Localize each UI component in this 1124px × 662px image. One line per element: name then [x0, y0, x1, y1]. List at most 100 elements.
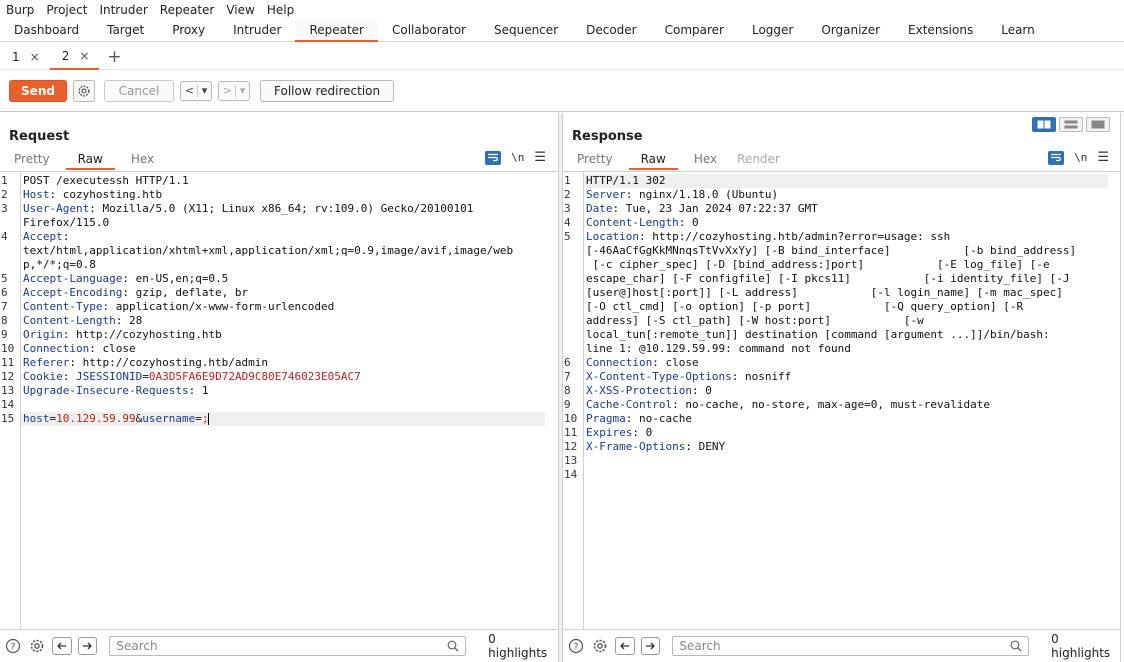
cookie-equals: =	[142, 370, 149, 383]
tab-dashboard[interactable]: Dashboard	[0, 20, 93, 42]
menu-item-repeater[interactable]: Repeater	[154, 0, 221, 20]
hamburger-menu-icon[interactable]: ☰	[1097, 150, 1109, 165]
gear-icon[interactable]	[28, 637, 46, 655]
code-line: 4 Content-Length: 0	[563, 216, 1121, 230]
header-name: X-Frame-Options	[586, 440, 686, 453]
back-arrow-icon: <	[184, 84, 194, 97]
line-text: [-c cipher_spec] [-D [bind_address:]port…	[584, 258, 1108, 272]
tab-render[interactable]: Render	[727, 150, 790, 170]
tab-pretty[interactable]: Pretty	[567, 150, 623, 170]
word-wrap-icon[interactable]	[485, 150, 502, 165]
tab-target[interactable]: Target	[93, 20, 158, 42]
settings-button[interactable]	[73, 79, 95, 102]
menu-item-help[interactable]: Help	[261, 0, 300, 20]
dropdown-icon[interactable]: ▾	[202, 84, 208, 97]
header-value: : http://cozyhosting.htb	[62, 328, 222, 341]
search-input[interactable]	[673, 637, 1004, 655]
search-icon	[1010, 640, 1022, 652]
follow-redirection-button[interactable]: Follow redirection	[260, 79, 395, 102]
tab-extensions[interactable]: Extensions	[894, 20, 987, 42]
line-number: 5	[564, 230, 571, 243]
menu-item-project[interactable]: Project	[40, 0, 93, 20]
menu-item-intruder[interactable]: Intruder	[93, 0, 153, 20]
add-tab-button[interactable]: +	[99, 44, 129, 70]
code-line: 4 Accept:	[0, 230, 558, 244]
next-match-button[interactable]	[77, 637, 98, 655]
subtab-1[interactable]: 1 ×	[0, 44, 50, 70]
tab-organizer[interactable]: Organizer	[807, 20, 894, 42]
tab-collaborator[interactable]: Collaborator	[378, 20, 480, 42]
response-lines: 1 HTTP/1.1 302 2 Server: nginx/1.18.0 (Ubun…	[563, 174, 1121, 482]
cancel-button[interactable]: Cancel	[104, 79, 174, 102]
line-text: Accept:	[21, 230, 545, 244]
line-text: Content-Length: 0	[584, 216, 1108, 230]
code-line: 14	[563, 468, 1121, 482]
dropdown-icon[interactable]: ▾	[240, 84, 246, 97]
hamburger-menu-icon[interactable]: ☰	[534, 150, 546, 165]
line-text: Accept-Language: en-US,en;q=0.5	[21, 272, 545, 286]
response-editor[interactable]: 1 HTTP/1.1 302 2 Server: nginx/1.18.0 (Ubun…	[563, 171, 1121, 629]
line-text: [user@]host[:port]] [-L address] [-l log…	[584, 286, 1108, 300]
previous-match-button[interactable]	[51, 637, 72, 655]
close-icon[interactable]: ×	[30, 50, 40, 64]
line-text: Pragma: no-cache	[584, 412, 1108, 426]
word-wrap-icon[interactable]	[1048, 150, 1065, 165]
header-name: Expires	[586, 426, 633, 439]
gear-icon[interactable]	[591, 637, 609, 655]
tab-intruder[interactable]: Intruder	[219, 20, 295, 42]
newline-icon[interactable]: \n	[1074, 151, 1087, 164]
tab-learn[interactable]: Learn	[987, 20, 1049, 42]
tab-hex[interactable]: Hex	[121, 150, 164, 170]
header-value: : close	[89, 342, 136, 355]
next-match-button[interactable]	[640, 637, 661, 655]
tab-pretty[interactable]: Pretty	[4, 150, 60, 170]
send-button[interactable]: Send	[9, 79, 67, 102]
request-editor[interactable]: 1 POST /executessh HTTP/1.1 2 Host: cozyhos…	[0, 171, 558, 629]
code-line: escape_char] [-F configfile] [-I pkcs11]…	[563, 272, 1121, 286]
code-line: 8 X-XSS-Protection: 0	[563, 384, 1121, 398]
tab-decoder[interactable]: Decoder	[572, 20, 651, 42]
tab-logger[interactable]: Logger	[738, 20, 807, 42]
tab-hex[interactable]: Hex	[684, 150, 727, 170]
header-name: Pragma	[586, 412, 626, 425]
line-text: X-XSS-Protection: 0	[584, 384, 1108, 398]
search-input[interactable]	[110, 637, 441, 655]
line-text	[21, 398, 545, 412]
tab-sequencer[interactable]: Sequencer	[480, 20, 572, 42]
line-text: line 1: @10.129.59.99: command not found	[584, 342, 1108, 356]
response-editor-icons: \n ☰	[1048, 150, 1109, 165]
tab-raw[interactable]: Raw	[628, 150, 678, 170]
line-number	[0, 244, 21, 258]
header-value: POST /executessh HTTP/1.1	[23, 174, 189, 187]
help-icon[interactable]: ?	[567, 637, 585, 655]
menu-item-burp[interactable]: Burp	[0, 0, 40, 20]
line-text: Content-Length: 28	[21, 314, 545, 328]
code-line: 9 Origin: http://cozyhosting.htb	[0, 328, 558, 342]
newline-icon[interactable]: \n	[511, 151, 524, 164]
forward-button[interactable]: > ▾	[218, 80, 250, 101]
tab-repeater[interactable]: Repeater	[295, 20, 378, 42]
back-button[interactable]: < ▾	[180, 80, 212, 101]
line-text	[584, 468, 1108, 482]
tab-comparer[interactable]: Comparer	[651, 20, 738, 42]
arrow-left-icon	[56, 642, 66, 650]
close-icon[interactable]: ×	[79, 49, 89, 63]
line-text: [-46AaCfGgKkMNnqsTtVvXxYy] [-B bind_inte…	[584, 244, 1108, 258]
header-name: Content-Length	[23, 314, 116, 327]
subtab-2[interactable]: 2 ×	[49, 44, 100, 70]
help-icon[interactable]: ?	[4, 637, 22, 655]
line-number: 12	[1, 370, 15, 383]
menu-item-view[interactable]: View	[220, 0, 260, 20]
previous-match-button[interactable]	[614, 637, 635, 655]
line-number: 14	[564, 468, 578, 481]
header-name: Date	[586, 202, 613, 215]
line-number: 8	[1, 314, 8, 327]
header-name: X-Content-Type-Options	[586, 370, 732, 383]
cookie-name: JSESSIONID	[76, 370, 143, 383]
param-host-value: 10.129.59.99	[56, 412, 136, 425]
header-name: Connection	[23, 342, 90, 355]
code-line: 6 Accept-Encoding: gzip, deflate, br	[0, 286, 558, 300]
line-text: Connection: close	[21, 342, 545, 356]
tab-proxy[interactable]: Proxy	[158, 20, 219, 42]
tab-raw[interactable]: Raw	[65, 150, 115, 170]
